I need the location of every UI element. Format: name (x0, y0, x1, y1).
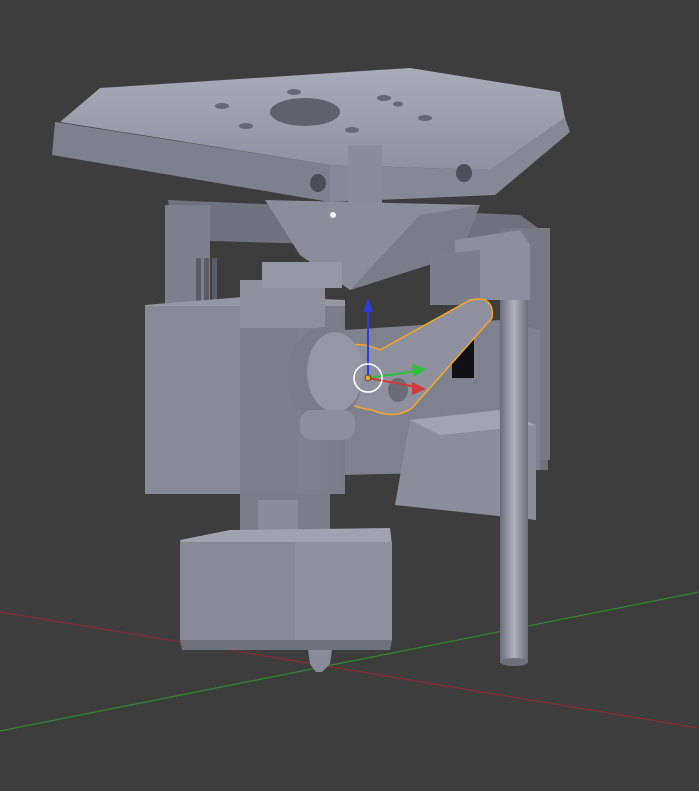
rear-frame-left (165, 205, 210, 315)
hotend-bottom (180, 640, 392, 650)
viewport-canvas[interactable] (0, 0, 699, 791)
selection-dot-icon (330, 212, 336, 218)
plate-center-block (348, 145, 382, 205)
plate-hole-5 (377, 95, 391, 101)
hotend-left-face (180, 542, 295, 640)
motor-left-panel (145, 306, 240, 494)
plate-hole-1 (215, 103, 229, 109)
plate-hole-4 (345, 127, 359, 133)
idler-bearing-tab (300, 410, 355, 440)
guide-rod-bottom (500, 658, 528, 666)
mount-hole-right (456, 164, 472, 182)
object-origin-icon (364, 374, 372, 382)
plate-hole-7 (393, 101, 403, 107)
plate-center-hole (270, 98, 340, 126)
gizmo-z-arrow-icon[interactable] (363, 298, 373, 312)
plate-hole-2 (239, 123, 253, 129)
motor-bracket-upper (262, 262, 342, 288)
rod-clamp-upper-front (430, 250, 480, 305)
mount-hole-left (310, 174, 326, 192)
motor-mid-panel (240, 326, 298, 498)
guide-rod (500, 300, 528, 662)
extruder-model[interactable] (52, 68, 570, 672)
vent-slot-1 (196, 258, 201, 303)
vent-slot-3 (212, 258, 217, 303)
vent-slot-2 (204, 258, 209, 303)
plate-hole-6 (418, 115, 432, 121)
plate-hole-3 (287, 89, 301, 95)
3d-viewport[interactable] (0, 0, 699, 791)
